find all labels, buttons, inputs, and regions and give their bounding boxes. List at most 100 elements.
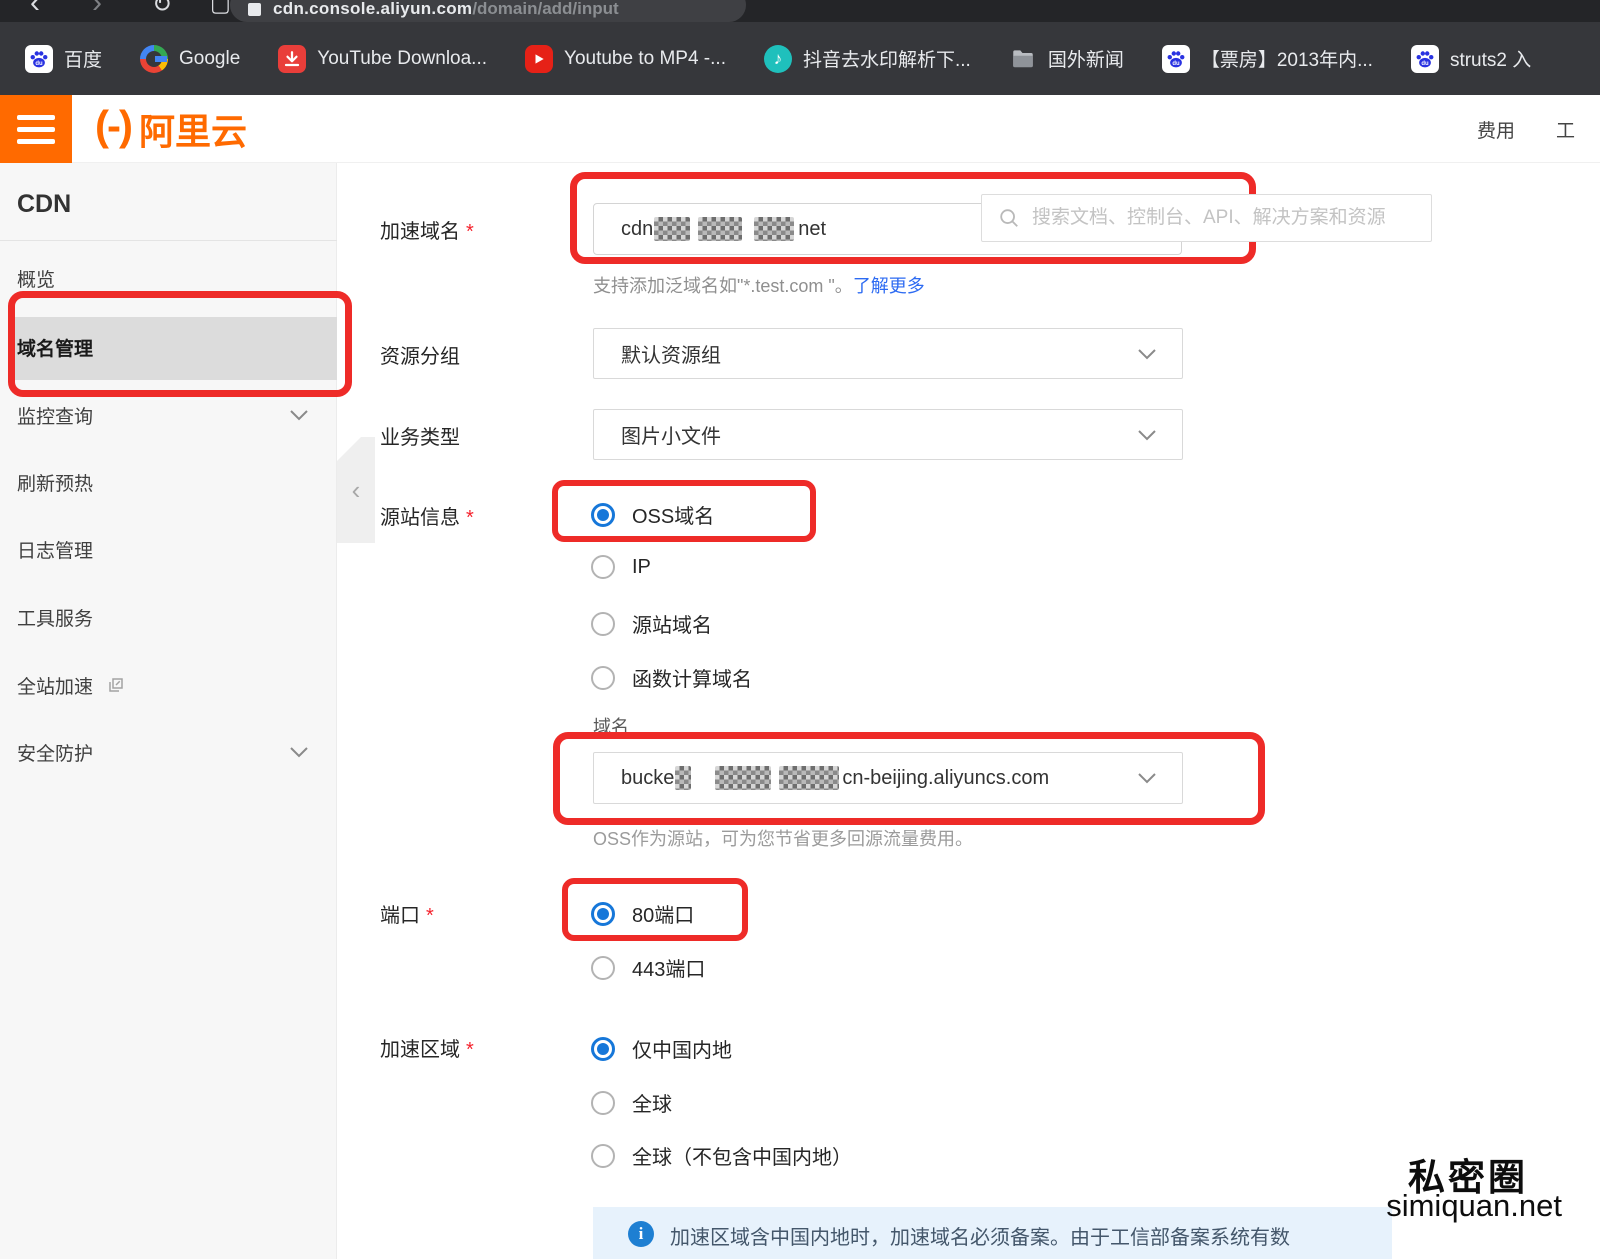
console-search[interactable] — [981, 194, 1432, 242]
radio-icon — [591, 555, 615, 579]
console-header: (-) 阿里云 费用 工 — [0, 95, 1600, 163]
baidu-icon: du — [1162, 45, 1190, 73]
bookmark-label: struts2 入 — [1450, 45, 1531, 72]
redacted-blur — [779, 766, 839, 790]
radio-icon — [591, 1091, 615, 1115]
logo-text: 阿里云 — [139, 103, 247, 155]
logo-bracket: (-) — [95, 102, 131, 150]
browser-address-bar: ‹ › ↻ ▢ cdn.console.aliyun.com/domain/ad… — [0, 0, 1600, 22]
sidebar-item-overview[interactable]: 概览 — [0, 262, 337, 294]
billing-link[interactable]: 费用 — [1477, 95, 1515, 163]
redacted-blur — [715, 766, 771, 790]
radio-origin-function-compute[interactable]: 函数计算域名 — [591, 663, 752, 692]
radio-selected-icon — [591, 503, 615, 527]
external-link-icon — [107, 676, 125, 694]
bookmark-youtube-downloader[interactable]: YouTube Downloa... — [278, 45, 487, 73]
radio-region-mainland[interactable]: 仅中国内地 — [591, 1034, 732, 1063]
info-icon: i — [628, 1221, 654, 1247]
bookmark-piaofang[interactable]: du 【票房】2013年内... — [1162, 45, 1373, 73]
search-input[interactable] — [1032, 207, 1415, 229]
learn-more-link[interactable]: 了解更多 — [853, 276, 925, 296]
required-asterisk: * — [426, 905, 434, 927]
required-asterisk: * — [466, 507, 474, 529]
radio-icon — [591, 612, 615, 636]
redacted-blur — [754, 217, 794, 241]
sidebar-item-tools[interactable]: 工具服务 — [0, 601, 337, 633]
radio-selected-icon — [591, 902, 615, 926]
field-label-oss-domain: 域名 — [593, 713, 629, 739]
bookmark-label: YouTube Downloa... — [317, 48, 487, 70]
radio-icon — [591, 956, 615, 980]
oss-origin-hint: OSS作为源站，可为您节省更多回源流量费用。 — [593, 825, 973, 851]
site-security-icon — [248, 3, 261, 16]
business-type-select[interactable]: 图片小文件 — [593, 409, 1183, 460]
aliyun-logo: (-) 阿里云 — [95, 95, 247, 163]
url-path: /domain/add/input — [472, 0, 618, 19]
cdn-add-domain-page: ‹ › ↻ ▢ cdn.console.aliyun.com/domain/ad… — [0, 0, 1600, 1259]
bookmark-label: 百度 — [64, 45, 102, 72]
chevron-down-icon — [1137, 772, 1157, 784]
chevron-down-icon — [1137, 429, 1157, 441]
douyin-icon: ♪ — [764, 45, 792, 73]
baidu-icon: du — [1411, 45, 1439, 73]
forward-icon[interactable]: › — [92, 0, 102, 20]
bookmark-page-icon[interactable]: ▢ — [210, 0, 231, 17]
cdn-sidebar: CDN 概览 域名管理 监控查询 刷新预热 日志管理 工具服务 全站加速 安全防… — [0, 163, 337, 1259]
radio-selected-icon — [591, 1037, 615, 1061]
bookmark-struts2[interactable]: du struts2 入 — [1411, 45, 1531, 73]
notice-text: 加速区域含中国内地时，加速域名必须备案。由于工信部备案系统有数 — [670, 1221, 1290, 1250]
radio-port-443[interactable]: 443端口 — [591, 953, 705, 982]
bookmark-baidu[interactable]: du 百度 — [25, 45, 102, 73]
svg-text:du: du — [1421, 61, 1429, 67]
radio-icon — [591, 1144, 615, 1168]
sidebar-item-monitoring[interactable]: 监控查询 — [0, 399, 337, 431]
sidebar-item-security[interactable]: 安全防护 — [0, 736, 337, 768]
radio-region-global[interactable]: 全球 — [591, 1088, 672, 1117]
bookmark-label: 抖音去水印解析下... — [803, 45, 971, 72]
radio-icon — [591, 666, 615, 690]
redacted-blur — [654, 217, 690, 241]
bookmark-google[interactable]: Google — [140, 45, 240, 73]
redacted-blur — [675, 766, 691, 790]
sidebar-item-dcdn[interactable]: 全站加速 — [0, 669, 337, 701]
svg-text:du: du — [35, 61, 43, 67]
header-partial-link[interactable]: 工 — [1556, 95, 1575, 163]
menu-hamburger-button[interactable] — [0, 95, 72, 163]
url-field[interactable]: cdn.console.aliyun.com/domain/add/input — [230, 0, 746, 22]
url-domain: cdn.console.aliyun.com — [273, 0, 472, 19]
field-label-business-type: 业务类型 — [380, 421, 460, 450]
radio-origin-domain[interactable]: 源站域名 — [591, 609, 712, 638]
baidu-icon: du — [25, 45, 53, 73]
radio-origin-oss[interactable]: OSS域名 — [591, 500, 714, 529]
bookmark-youtube-mp4[interactable]: Youtube to MP4 -... — [525, 45, 726, 73]
back-icon[interactable]: ‹ — [30, 0, 40, 20]
sidebar-item-domain-management[interactable]: 域名管理 — [0, 331, 337, 363]
reload-icon[interactable]: ↻ — [152, 0, 172, 19]
radio-port-80[interactable]: 80端口 — [591, 899, 694, 928]
resource-group-select[interactable]: 默认资源组 — [593, 328, 1183, 379]
bookmark-label: Google — [179, 48, 240, 70]
required-asterisk: * — [466, 221, 474, 243]
radio-region-global-ex-mainland[interactable]: 全球（不包含中国内地） — [591, 1141, 852, 1170]
play-icon — [525, 45, 553, 73]
field-label-accel-domain: 加速域名* — [380, 215, 474, 244]
bookmark-douyin-tool[interactable]: ♪ 抖音去水印解析下... — [764, 45, 971, 73]
watermark-domain: simiquan.net — [1386, 1188, 1562, 1224]
bookmark-label: 【票房】2013年内... — [1201, 45, 1373, 72]
sidebar-collapse-handle[interactable]: ‹ — [337, 437, 375, 543]
bookmarks-bar: du 百度 Google YouTube Downloa... Youtube … — [0, 22, 1600, 95]
sidebar-item-refresh-prefetch[interactable]: 刷新预热 — [0, 466, 337, 498]
sidebar-title: CDN — [17, 190, 71, 219]
bookmark-folder-foreign-news[interactable]: 国外新闻 — [1009, 45, 1124, 73]
bookmark-label: 国外新闻 — [1048, 45, 1124, 72]
folder-icon — [1009, 45, 1037, 73]
field-label-resource-group: 资源分组 — [380, 340, 460, 369]
accel-domain-hint: 支持添加泛域名如"*.test.com "。了解更多 — [593, 272, 925, 298]
redacted-blur — [698, 217, 742, 241]
field-label-origin-info: 源站信息* — [380, 501, 474, 530]
oss-bucket-select[interactable]: buckecn-beijing.aliyuncs.com — [593, 752, 1183, 804]
bookmark-label: Youtube to MP4 -... — [564, 48, 726, 70]
radio-origin-ip[interactable]: IP — [591, 555, 651, 579]
sidebar-item-log-management[interactable]: 日志管理 — [0, 533, 337, 565]
divider — [0, 240, 337, 241]
